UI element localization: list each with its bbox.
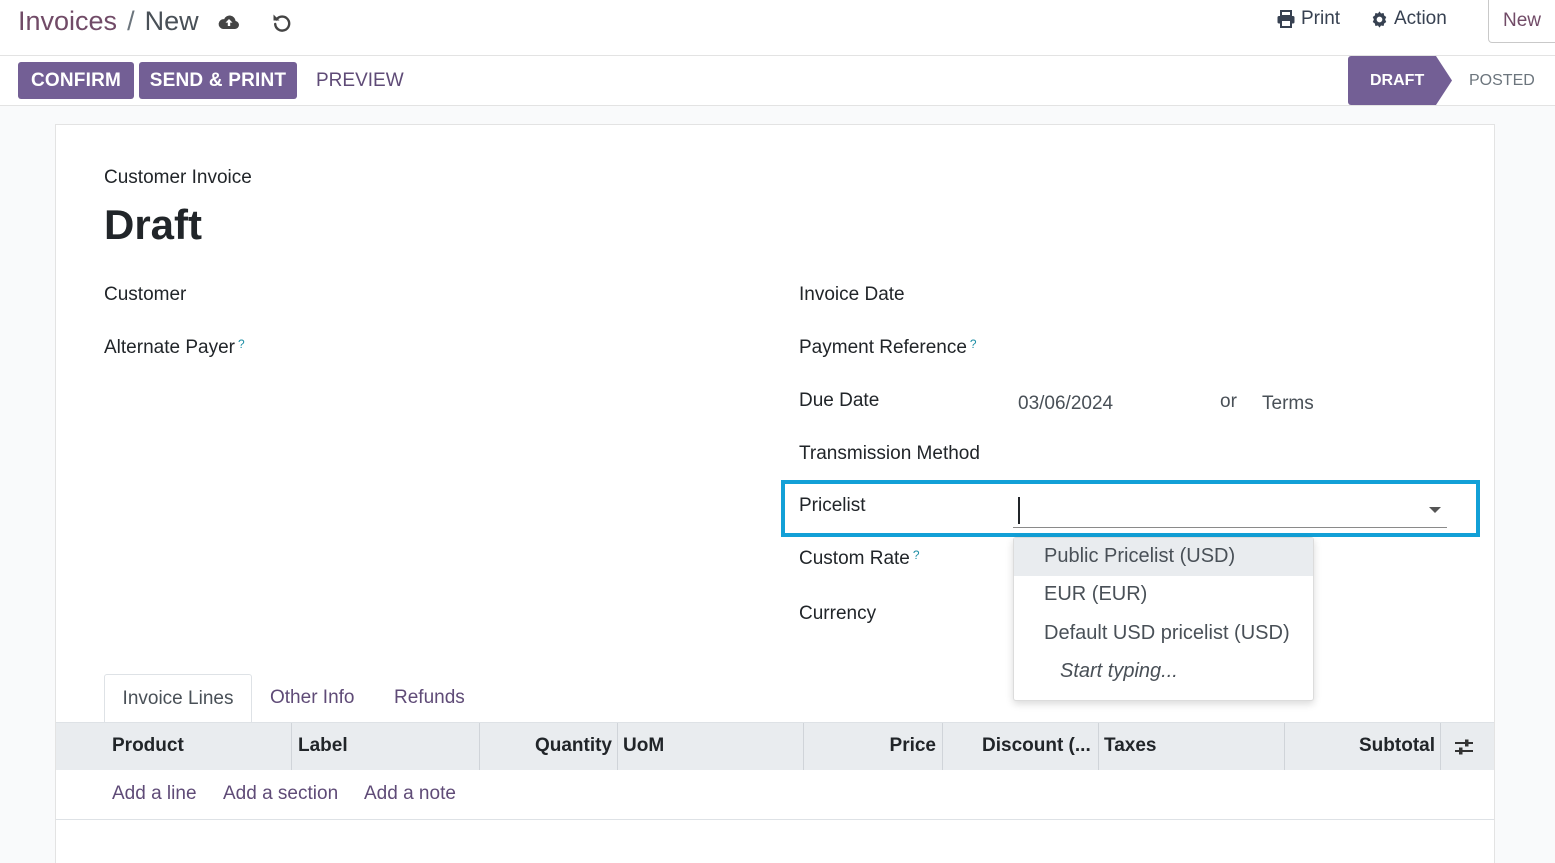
- payment-reference-label: Payment Reference?: [799, 337, 977, 359]
- invoice-lines-header: Product Label Quantity UoM Price Discoun…: [56, 722, 1494, 770]
- add-section-link[interactable]: Add a section: [223, 783, 338, 805]
- form-sheet: Customer Invoice Draft Customer Alternat…: [55, 124, 1495, 863]
- alternate-payer-label: Alternate Payer?: [104, 337, 245, 359]
- tab-other-info[interactable]: Other Info: [270, 674, 355, 723]
- new-button[interactable]: New: [1488, 0, 1555, 43]
- page-title: Draft: [104, 201, 203, 248]
- sliders-icon: [1455, 739, 1473, 755]
- stage-posted[interactable]: POSTED: [1469, 56, 1535, 105]
- print-button[interactable]: Print: [1276, 8, 1340, 30]
- due-date-input[interactable]: 03/06/2024: [1018, 393, 1113, 415]
- print-label: Print: [1301, 8, 1341, 29]
- payment-terms-input[interactable]: Terms: [1262, 393, 1314, 415]
- cloud-upload-icon: [218, 15, 239, 29]
- add-line-link[interactable]: Add a line: [112, 783, 197, 805]
- help-tooltip-icon[interactable]: ?: [913, 548, 920, 562]
- status-bar: CONFIRM SEND & PRINT PREVIEW DRAFT POSTE…: [0, 56, 1555, 106]
- stage-draft[interactable]: DRAFT: [1348, 56, 1452, 105]
- chevron-down-icon[interactable]: [1429, 507, 1441, 513]
- confirm-button[interactable]: CONFIRM: [18, 62, 134, 99]
- column-header-quantity[interactable]: Quantity: [480, 723, 612, 770]
- add-line-row: Add a line Add a section Add a note: [56, 770, 1494, 820]
- text-cursor: [1018, 497, 1020, 524]
- breadcrumb-parent[interactable]: Invoices: [18, 6, 117, 37]
- discard-button[interactable]: [270, 10, 294, 34]
- customer-label: Customer: [104, 284, 187, 305]
- control-panel: Invoices / New Print Action New: [0, 0, 1555, 56]
- printer-icon: [1277, 10, 1295, 28]
- column-header-product[interactable]: Product: [112, 723, 184, 770]
- dropdown-option[interactable]: Default USD pricelist (USD): [1014, 615, 1313, 653]
- payment-reference-text: Payment Reference: [799, 337, 967, 358]
- transmission-method-label: Transmission Method: [799, 443, 980, 464]
- tab-refunds[interactable]: Refunds: [394, 674, 465, 723]
- document-type: Customer Invoice: [104, 167, 252, 188]
- column-header-subtotal[interactable]: Subtotal: [1285, 723, 1435, 770]
- custom-rate-text: Custom Rate: [799, 548, 910, 569]
- due-date-or: or: [1220, 391, 1237, 412]
- column-header-taxes[interactable]: Taxes: [1104, 723, 1156, 770]
- column-header-discount[interactable]: Discount (...: [982, 723, 1091, 770]
- invoice-date-label: Invoice Date: [799, 284, 905, 305]
- alternate-payer-text: Alternate Payer: [104, 337, 235, 358]
- gear-icon: [1372, 10, 1387, 28]
- action-label: Action: [1394, 8, 1447, 29]
- column-header-label[interactable]: Label: [298, 723, 348, 770]
- send-print-button[interactable]: SEND & PRINT: [139, 62, 297, 99]
- add-note-link[interactable]: Add a note: [364, 783, 456, 805]
- tab-invoice-lines[interactable]: Invoice Lines: [104, 674, 252, 723]
- column-header-price[interactable]: Price: [804, 723, 936, 770]
- custom-rate-label: Custom Rate?: [799, 548, 920, 570]
- optional-columns-toggle[interactable]: [1454, 737, 1474, 762]
- help-tooltip-icon[interactable]: ?: [238, 337, 245, 351]
- due-date-label: Due Date: [799, 390, 880, 411]
- column-header-uom[interactable]: UoM: [623, 723, 664, 770]
- breadcrumb-current: New: [144, 6, 199, 36]
- pricelist-dropdown: Public Pricelist (USD) EUR (EUR) Default…: [1013, 537, 1314, 701]
- currency-label: Currency: [799, 603, 877, 624]
- breadcrumb-separator: /: [127, 6, 135, 36]
- dropdown-option[interactable]: EUR (EUR): [1014, 576, 1313, 614]
- dropdown-option[interactable]: Public Pricelist (USD): [1014, 538, 1313, 576]
- breadcrumb: Invoices / New: [18, 6, 199, 37]
- help-tooltip-icon[interactable]: ?: [970, 337, 977, 351]
- dropdown-hint: Start typing...: [1060, 660, 1178, 682]
- pricelist-input[interactable]: [1013, 494, 1447, 528]
- save-button[interactable]: [217, 10, 241, 34]
- action-button[interactable]: Action: [1370, 8, 1447, 30]
- preview-button[interactable]: PREVIEW: [316, 62, 404, 99]
- pricelist-label: Pricelist: [799, 495, 866, 516]
- undo-icon: [273, 14, 291, 32]
